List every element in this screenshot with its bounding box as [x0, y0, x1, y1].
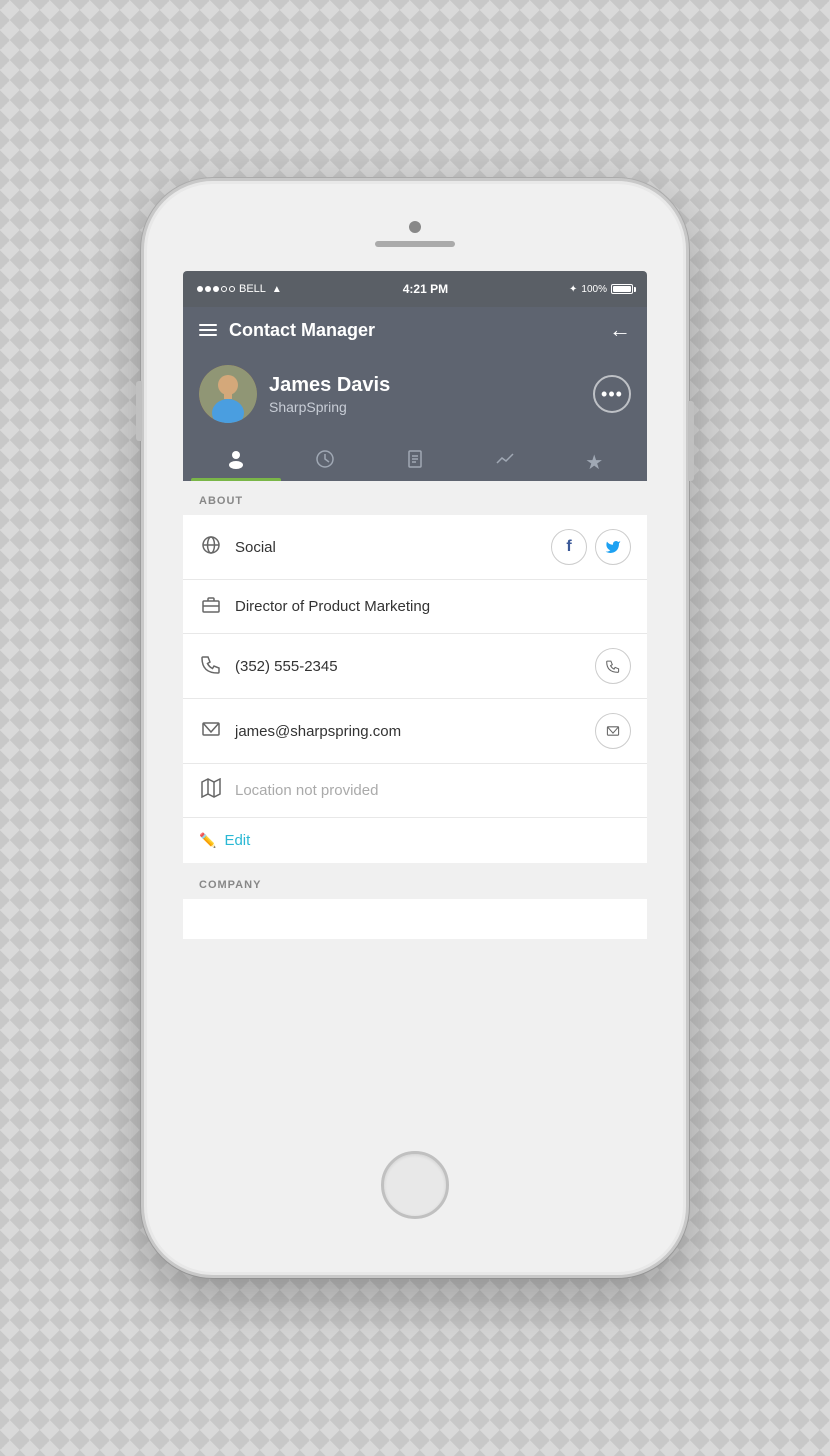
email-address: james@sharpspring.com — [235, 723, 583, 740]
speaker — [375, 241, 455, 247]
location-text: Location not provided — [235, 782, 631, 799]
chart-tab-icon — [495, 449, 515, 475]
star-tab-icon: ★ — [585, 450, 603, 475]
content-area: ABOUT Social f — [183, 481, 647, 1095]
phone-icon — [199, 654, 223, 679]
back-button[interactable]: ← — [609, 317, 631, 343]
company-card — [183, 899, 647, 939]
job-title: Director of Product Marketing — [235, 598, 631, 615]
hamburger-line-1 — [199, 324, 217, 326]
signal-dot-5 — [229, 286, 235, 292]
edit-button[interactable]: Edit — [224, 832, 250, 849]
bluetooth-icon: ✦ — [569, 284, 577, 295]
menu-button[interactable] — [199, 324, 217, 336]
company-section-label: COMPANY — [183, 865, 647, 899]
phone-number: (352) 555-2345 — [235, 658, 583, 675]
doc-tab-icon — [405, 449, 425, 475]
twitter-button[interactable] — [595, 529, 631, 565]
signal-dot-3 — [213, 286, 219, 292]
status-bar: BELL ▲ 4:21 PM ✦ 100% — [183, 271, 647, 307]
tab-analytics[interactable] — [460, 439, 550, 481]
hamburger-line-2 — [199, 329, 217, 331]
email-actions — [595, 713, 631, 749]
app-title: Contact Manager — [229, 320, 375, 341]
battery-indicator — [611, 284, 633, 294]
hamburger-line-3 — [199, 334, 217, 336]
edit-pencil-icon: ✏️ — [199, 832, 216, 849]
phone-actions — [595, 648, 631, 684]
contact-details: James Davis SharpSpring — [269, 374, 390, 415]
social-label: Social — [235, 539, 539, 556]
job-title-row: Director of Product Marketing — [183, 580, 647, 634]
camera — [409, 221, 421, 233]
person-tab-icon — [226, 449, 246, 475]
location-row: Location not provided — [183, 764, 647, 818]
avatar — [199, 365, 257, 423]
about-section-label: ABOUT — [183, 481, 647, 515]
carrier-label: BELL — [239, 283, 266, 295]
status-left: BELL ▲ — [197, 283, 282, 295]
signal-dots — [197, 286, 235, 292]
phone-shell: BELL ▲ 4:21 PM ✦ 100% — [141, 178, 689, 1278]
signal-dot-2 — [205, 286, 211, 292]
header-left: Contact Manager — [199, 320, 375, 341]
home-button[interactable] — [381, 1151, 449, 1219]
status-time: 4:21 PM — [403, 282, 448, 296]
email-icon — [199, 719, 223, 744]
tab-person[interactable] — [191, 439, 281, 481]
tab-history[interactable] — [281, 439, 371, 481]
call-button[interactable] — [595, 648, 631, 684]
tab-bar: ★ — [183, 439, 647, 481]
clock-tab-icon — [315, 449, 335, 475]
more-options-button[interactable]: ••• — [593, 375, 631, 413]
contact-company: SharpSpring — [269, 399, 390, 415]
signal-dot-1 — [197, 286, 203, 292]
contact-info: James Davis SharpSpring — [199, 365, 390, 423]
battery-bar — [611, 284, 633, 294]
signal-dot-4 — [221, 286, 227, 292]
phone-row: (352) 555-2345 — [183, 634, 647, 699]
social-row: Social f — [183, 515, 647, 580]
battery-percent: 100% — [581, 284, 607, 295]
send-email-button[interactable] — [595, 713, 631, 749]
tab-favorites[interactable]: ★ — [549, 440, 639, 481]
facebook-button[interactable]: f — [551, 529, 587, 565]
status-right: ✦ 100% — [569, 284, 633, 295]
phone-bottom — [381, 1095, 449, 1275]
app-header: Contact Manager ← — [183, 307, 647, 353]
contact-header: James Davis SharpSpring ••• — [183, 353, 647, 439]
social-icon — [199, 535, 223, 560]
screen: BELL ▲ 4:21 PM ✦ 100% — [183, 271, 647, 1095]
email-row: james@sharpspring.com — [183, 699, 647, 764]
phone-top — [144, 181, 686, 271]
social-actions: f — [551, 529, 631, 565]
contact-name: James Davis — [269, 374, 390, 397]
tab-docs[interactable] — [370, 439, 460, 481]
edit-row: ✏️ Edit — [183, 818, 647, 863]
about-card: Social f — [183, 515, 647, 863]
map-icon — [199, 778, 223, 803]
wifi-icon: ▲ — [272, 284, 282, 295]
briefcase-icon — [199, 594, 223, 619]
battery-fill — [613, 286, 631, 292]
